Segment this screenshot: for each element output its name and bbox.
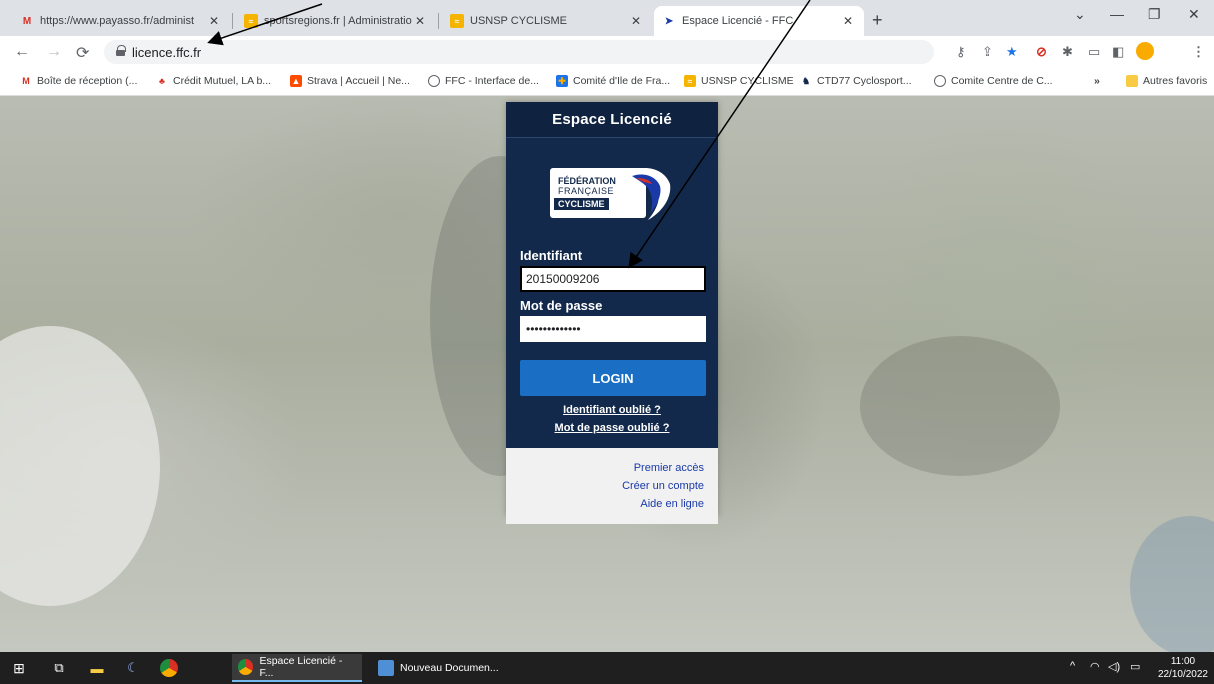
gmail-icon: M [22,76,30,86]
credit-mutuel-icon: ♣ [159,76,165,86]
panel-footer: Premier accès Créer un compte Aide en li… [506,448,718,524]
cyclist-icon: ♞ [801,75,811,86]
address-bar[interactable]: licence.ffc.fr [104,40,934,64]
taskbar-app-document[interactable]: Nouveau Documen... [372,654,512,682]
close-icon[interactable]: ✕ [628,14,644,28]
tab-usnsp[interactable]: ≈ USNSP CYCLISME ✕ [442,6,652,36]
bookmark-comite-centre[interactable]: Comite Centre de C... [934,75,1053,87]
close-icon[interactable]: ✕ [412,14,428,28]
share-icon[interactable]: ⇪ [982,44,993,60]
file-explorer-icon[interactable]: ▬ [88,659,106,677]
password-input[interactable] [520,316,706,342]
document-icon [378,660,394,676]
key-icon[interactable]: ⚷ [956,44,966,60]
menu-icon[interactable]: ⋮ [1192,44,1205,60]
browser-toolbar: ← → ⟳ licence.ffc.fr ⚷ ⇪ ★ ⊘ ✱ ▭ ◧ ⋮ [0,36,1214,68]
bookmark-ctd77[interactable]: ♞ CTD77 Cyclosport... [800,75,912,87]
battery-icon[interactable]: ▭ [1130,660,1140,673]
clock[interactable]: 11:00 22/10/2022 [1158,655,1208,681]
wifi-icon[interactable]: ◠ [1090,660,1100,673]
star-icon[interactable]: ★ [1006,44,1018,60]
cast-icon[interactable]: ▭ [1088,44,1100,60]
create-account-link[interactable]: Créer un compte [622,480,704,492]
globe-icon [428,75,440,87]
username-input[interactable] [520,266,706,292]
close-window-button[interactable]: ✕ [1188,6,1200,23]
windows-start-icon[interactable]: ⊞ [10,659,28,677]
page-background: Espace Licencié FÉDÉRATION FRANÇAISE CYC… [0,96,1214,652]
tab-divider [438,13,439,29]
url-text[interactable]: licence.ffc.fr [132,45,201,60]
tab-sportsregions[interactable]: ≈ sportsregions.fr | Administration ✕ [236,6,436,36]
chrome-icon[interactable] [160,659,178,677]
chrome-icon [238,659,254,675]
ffc-swoosh-icon [628,168,671,220]
first-access-link[interactable]: Premier accès [634,462,704,474]
bookmark-gmail[interactable]: M Boîte de réception (... [20,75,137,87]
new-tab-button[interactable]: + [872,10,883,31]
restore-button[interactable]: ❐ [1148,6,1161,23]
tab-title: https://www.payasso.fr/administ [40,15,195,27]
windows-taskbar: ⊞ ⧉ ▬ ☾ Espace Licencié - F... Nouveau D… [0,652,1214,684]
chevron-up-icon[interactable]: ^ [1070,660,1075,672]
taskbar-app-chrome[interactable]: Espace Licencié - F... [232,654,362,682]
tab-divider [232,13,233,29]
online-help-link[interactable]: Aide en ligne [640,498,704,510]
app-icon[interactable]: ☾ [124,659,142,677]
forgot-username-link[interactable]: Identifiant oublié ? [506,404,718,416]
reload-button[interactable]: ⟳ [76,43,89,63]
bookmark-usnsp[interactable]: ≈ USNSP CYCLISME [684,75,794,87]
bookmark-credit-mutuel[interactable]: ♣ Crédit Mutuel, LA b... [156,75,271,87]
sportsregions-icon: ≈ [450,14,464,28]
bookmark-strava[interactable]: ▲ Strava | Accueil | Ne... [290,75,410,87]
gmail-icon: M [22,15,32,27]
minimize-button[interactable]: — [1110,6,1124,22]
sidepanel-icon[interactable]: ◧ [1112,44,1124,60]
background-photo [1130,516,1214,652]
close-icon[interactable]: ✕ [840,14,856,28]
ffc-logo: FÉDÉRATION FRANÇAISE CYCLISME [550,164,671,224]
clock-time: 11:00 [1170,656,1196,667]
adblock-icon[interactable]: ⊘ [1036,44,1047,60]
strava-icon: ▲ [290,75,302,87]
sportsregions-icon: ≈ [684,75,696,87]
bookmarks-overflow[interactable]: » [1094,75,1100,87]
password-label: Mot de passe [520,298,603,313]
login-button[interactable]: LOGIN [520,360,706,396]
clock-date: 22/10/2022 [1157,669,1208,680]
comite-icon: ✚ [556,75,568,87]
bookmark-ffc[interactable]: FFC - Interface de... [428,75,539,87]
bookmark-other-favorites[interactable]: Autres favoris [1126,75,1207,87]
bookmarks-bar: M Boîte de réception (... ♣ Crédit Mutuel,… [0,68,1214,96]
ffc-icon: ➤ [664,15,674,27]
chevron-down-icon[interactable]: ⌄ [1074,6,1086,23]
sportsregions-icon: ≈ [244,14,258,28]
forward-button[interactable]: → [46,43,62,61]
username-label: Identifiant [520,248,583,263]
close-icon[interactable]: ✕ [206,14,222,28]
globe-icon [934,75,946,87]
login-panel: Espace Licencié FÉDÉRATION FRANÇAISE CYC… [506,102,718,524]
tab-title: Espace Licencié - FFC [682,15,794,27]
tab-title: sportsregions.fr | Administration [264,15,412,27]
back-button[interactable]: ← [14,43,30,61]
bookmark-comite-idf[interactable]: ✚ Comité d'Ile de Fra... [556,75,670,87]
tab-title: USNSP CYCLISME [470,15,567,27]
tab-payasso[interactable]: M https://www.payasso.fr/administ ✕ [12,6,230,36]
panel-title: Espace Licencié [506,102,718,138]
extensions-icon[interactable]: ✱ [1062,44,1073,60]
tab-espace-licencie[interactable]: ➤ Espace Licencié - FFC ✕ [654,6,864,36]
avatar[interactable] [1136,42,1154,60]
folder-icon [1126,75,1138,87]
volume-icon[interactable]: ◁) [1108,660,1120,673]
task-view-icon[interactable]: ⧉ [50,659,68,677]
background-photo [0,326,160,606]
lock-icon[interactable] [116,45,126,56]
background-photo [860,336,1060,476]
tab-strip: M https://www.payasso.fr/administ ✕ ≈ sp… [0,0,1214,36]
forgot-password-link[interactable]: Mot de passe oublié ? [506,422,718,434]
